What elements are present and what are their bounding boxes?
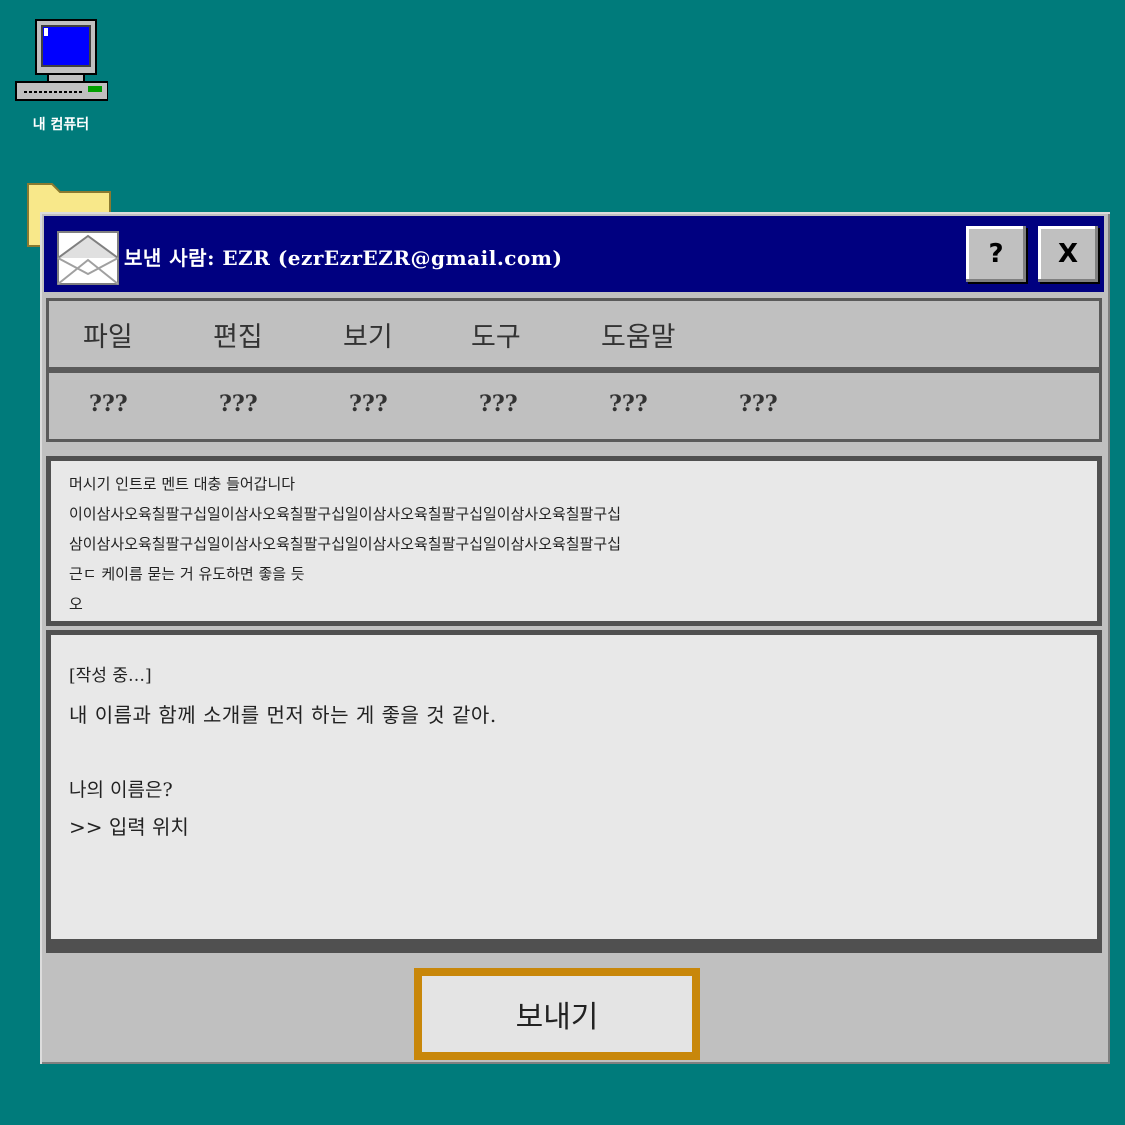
compose-question: 나의 이름은? [69, 779, 173, 801]
toolbar-item-4[interactable]: ??? [479, 391, 518, 417]
mail-window: 보낸 사람: EZR (ezrEzrEZR@gmail.com) ? X 파일 … [40, 212, 1110, 1064]
menu-tools[interactable]: 도구 [471, 315, 521, 354]
received-message-panel[interactable]: 머시기 인트로 멘트 대충 들어갑니다 이이삼사오육칠팔구십일이삼사오육칠팔구십… [46, 456, 1102, 626]
send-button[interactable]: 보내기 [414, 968, 700, 1060]
compose-status: [작성 중…] [69, 666, 152, 686]
received-line: 머시기 인트로 멘트 대충 들어갑니다 [69, 475, 296, 493]
menu-file[interactable]: 파일 [83, 315, 133, 354]
received-line: 근ㄷ 케이름 묻는 거 유도하면 좋을 듯 [69, 565, 305, 583]
received-line: 삼이삼사오육칠팔구십일이삼사오육칠팔구십일이삼사오육칠팔구십일이삼사오육칠팔구십 [69, 535, 622, 553]
window-title: 보낸 사람: EZR (ezrEzrEZR@gmail.com) [124, 246, 563, 270]
toolbar-item-1[interactable]: ??? [89, 391, 128, 417]
received-line: 오 [69, 595, 83, 613]
computer-icon [15, 19, 108, 101]
compose-panel[interactable]: [작성 중…] 내 이름과 함께 소개를 먼저 하는 게 좋을 것 같아. 나의… [46, 630, 1102, 953]
close-button[interactable]: X [1038, 226, 1098, 282]
received-line: 이이삼사오육칠팔구십일이삼사오육칠팔구십일이삼사오육칠팔구십일이삼사오육칠팔구십 [69, 505, 622, 523]
menu-view[interactable]: 보기 [343, 315, 393, 354]
toolbar-item-5[interactable]: ??? [609, 391, 648, 417]
title-bar[interactable]: 보낸 사람: EZR (ezrEzrEZR@gmail.com) ? X [44, 216, 1104, 292]
name-input-field[interactable]: >> 입력 위치 [69, 811, 189, 840]
toolbar-item-3[interactable]: ??? [349, 391, 388, 417]
menu-bar: 파일 편집 보기 도구 도움말 [46, 298, 1102, 370]
envelope-icon [57, 231, 119, 285]
help-button[interactable]: ? [966, 226, 1026, 282]
menu-help[interactable]: 도움말 [601, 315, 676, 354]
toolbar-item-6[interactable]: ??? [739, 391, 778, 417]
my-computer-desktop-icon[interactable]: 내 컴퓨터 [14, 16, 108, 134]
compose-intro-text: 내 이름과 함께 소개를 먼저 하는 게 좋을 것 같아. [69, 703, 497, 727]
menu-edit[interactable]: 편집 [213, 315, 263, 354]
toolbar-item-2[interactable]: ??? [219, 391, 258, 417]
toolbar: ??? ??? ??? ??? ??? ??? [46, 370, 1102, 442]
my-computer-label: 내 컴퓨터 [32, 117, 90, 133]
